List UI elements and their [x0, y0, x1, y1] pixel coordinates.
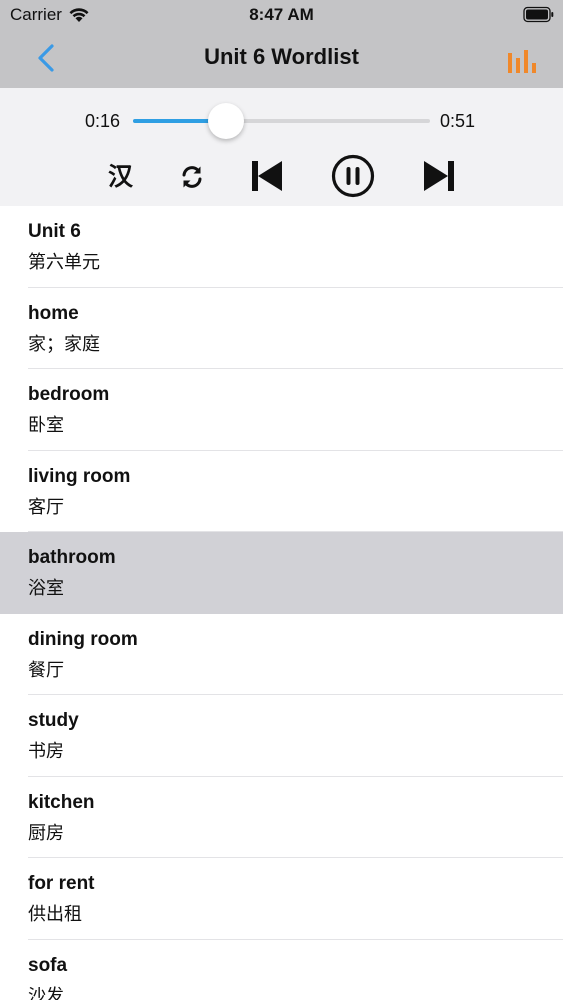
word-chinese: 书房	[28, 741, 64, 762]
word-english: kitchen	[28, 791, 95, 813]
list-item[interactable]: Unit 6 第六单元	[0, 206, 563, 288]
word-english: home	[28, 302, 79, 324]
repeat-icon[interactable]	[178, 163, 206, 191]
word-chinese: 厨房	[28, 822, 64, 844]
bar-chart-icon	[505, 50, 539, 80]
progress-slider[interactable]	[133, 103, 430, 139]
word-chinese: 卧室	[28, 415, 64, 436]
chinese-toggle-button[interactable]: 汉	[108, 157, 133, 193]
list-item[interactable]: sofa 沙发	[0, 939, 563, 1000]
word-chinese: 供出租	[28, 904, 82, 925]
list-item[interactable]: home 家；家庭	[0, 287, 563, 369]
statistics-button[interactable]	[505, 46, 539, 76]
page-title: Unit 6 Wordlist	[204, 44, 359, 69]
list-item[interactable]: living room 客厅	[0, 450, 563, 532]
word-chinese: 第六单元	[28, 252, 100, 273]
word-english: study	[28, 710, 79, 731]
list-item[interactable]: bedroom 卧室	[0, 369, 563, 451]
word-english: sofa	[28, 954, 68, 976]
elapsed-time: 0:16	[85, 111, 121, 131]
word-list: Unit 6 第六单元 home 家；家庭 bedroom 卧室 living …	[0, 206, 563, 1000]
word-english: Unit 6	[28, 221, 81, 242]
word-chinese: 客厅	[28, 496, 64, 518]
list-item[interactable]: study 书房	[0, 695, 563, 777]
skip-back-icon[interactable]	[251, 160, 283, 192]
battery-icon	[523, 6, 555, 23]
pause-circle-icon[interactable]	[331, 154, 375, 198]
audio-player: 0:16 0:51 汉	[0, 88, 563, 206]
status-bar: Carrier 8:47 AM	[0, 0, 563, 30]
list-item[interactable]: bathroom 浴室	[0, 532, 563, 614]
word-english: living room	[28, 465, 131, 487]
word-english: dining room	[28, 628, 138, 650]
list-item[interactable]: dining room 餐厅	[0, 613, 563, 695]
word-chinese: 沙发	[28, 985, 64, 1000]
word-chinese: 餐厅	[28, 659, 64, 681]
word-chinese: 浴室	[28, 578, 64, 599]
list-item[interactable]: kitchen 厨房	[0, 776, 563, 858]
app-screen: Carrier 8:47 AM Unit 6 Wordlist 0:16 0:5…	[0, 0, 563, 1000]
status-time: 8:47 AM	[249, 5, 314, 24]
slider-thumb[interactable]	[208, 103, 245, 139]
navigation-bar: Unit 6 Wordlist	[0, 30, 563, 88]
word-english: bedroom	[28, 384, 110, 405]
word-english: for rent	[28, 873, 95, 894]
list-item[interactable]: for rent 供出租	[0, 858, 563, 940]
header: Carrier 8:47 AM Unit 6 Wordlist	[0, 0, 563, 88]
word-english: bathroom	[28, 547, 116, 568]
skip-forward-icon[interactable]	[423, 160, 455, 192]
total-time: 0:51	[440, 111, 476, 131]
word-chinese: 家；家庭	[28, 333, 100, 355]
